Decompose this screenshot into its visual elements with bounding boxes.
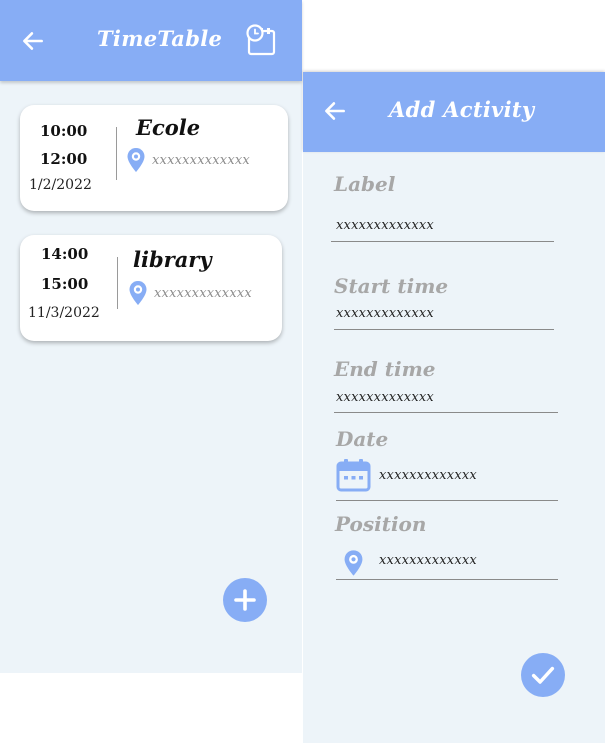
add-activity-app-bar: Add Activity [303,72,605,152]
back-button[interactable] [18,26,48,56]
position-underline [336,579,558,580]
page-title: Add Activity [389,97,535,122]
location-pin-icon [129,281,147,305]
location-pin-icon [344,550,363,576]
end-time-input[interactable]: xxxxxxxxxxxxx [336,390,434,405]
date-underline [336,500,558,501]
end-time: 15:00 [41,275,89,293]
arrow-left-icon [23,32,43,50]
activity-date: 11/3/2022 [28,305,100,321]
activity-card[interactable]: 10:00 12:00 1/2/2022 Ecole xxxxxxxxxxxxx [20,105,288,211]
page-title: TimeTable [97,26,223,51]
save-activity-button[interactable] [521,653,565,697]
end-time: 12:00 [40,150,88,168]
start-time-input[interactable]: xxxxxxxxxxxxx [336,306,434,321]
timetable-screen: TimeTable 10:00 12:00 1/2/2022 Ecole xxx… [0,0,302,673]
start-time-underline [334,329,554,330]
activity-card[interactable]: 14:00 15:00 11/3/2022 library xxxxxxxxxx… [20,235,282,341]
activity-position: xxxxxxxxxxxxx [152,152,250,168]
location-pin-icon [127,148,145,172]
label-underline [331,241,554,242]
add-activity-button[interactable] [223,578,267,622]
label-input[interactable]: xxxxxxxxxxxxx [336,218,434,233]
activity-label: Ecole [136,115,201,140]
end-time-field-label: End time [334,357,436,381]
date-field-label: Date [336,427,389,451]
activity-location: xxxxxxxxxxxxx [128,280,252,306]
add-activity-screen: Add Activity Label xxxxxxxxxxxxx Start t… [303,72,605,743]
activity-date: 1/2/2022 [29,177,92,193]
end-time-underline [334,412,558,413]
start-time-field-label: Start time [334,274,449,298]
timetable-app-bar: TimeTable [0,0,302,81]
activity-location: xxxxxxxxxxxxx [126,147,250,173]
card-divider [117,257,118,309]
activity-label: library [133,247,212,272]
position-field-label: Position [335,512,427,536]
start-time: 14:00 [41,245,89,263]
schedule-button[interactable] [244,24,278,58]
arrow-left-icon [325,102,345,120]
label-field-label: Label [334,172,396,196]
plus-icon [234,589,256,611]
back-button[interactable] [320,96,350,126]
position-input[interactable]: xxxxxxxxxxxxx [379,553,477,568]
activity-position: xxxxxxxxxxxxx [154,285,252,301]
date-input[interactable]: xxxxxxxxxxxxx [379,468,477,483]
start-time: 10:00 [40,122,88,140]
schedule-icon [246,24,276,56]
check-icon [531,666,555,684]
card-divider [116,127,117,180]
calendar-icon[interactable] [336,458,371,492]
